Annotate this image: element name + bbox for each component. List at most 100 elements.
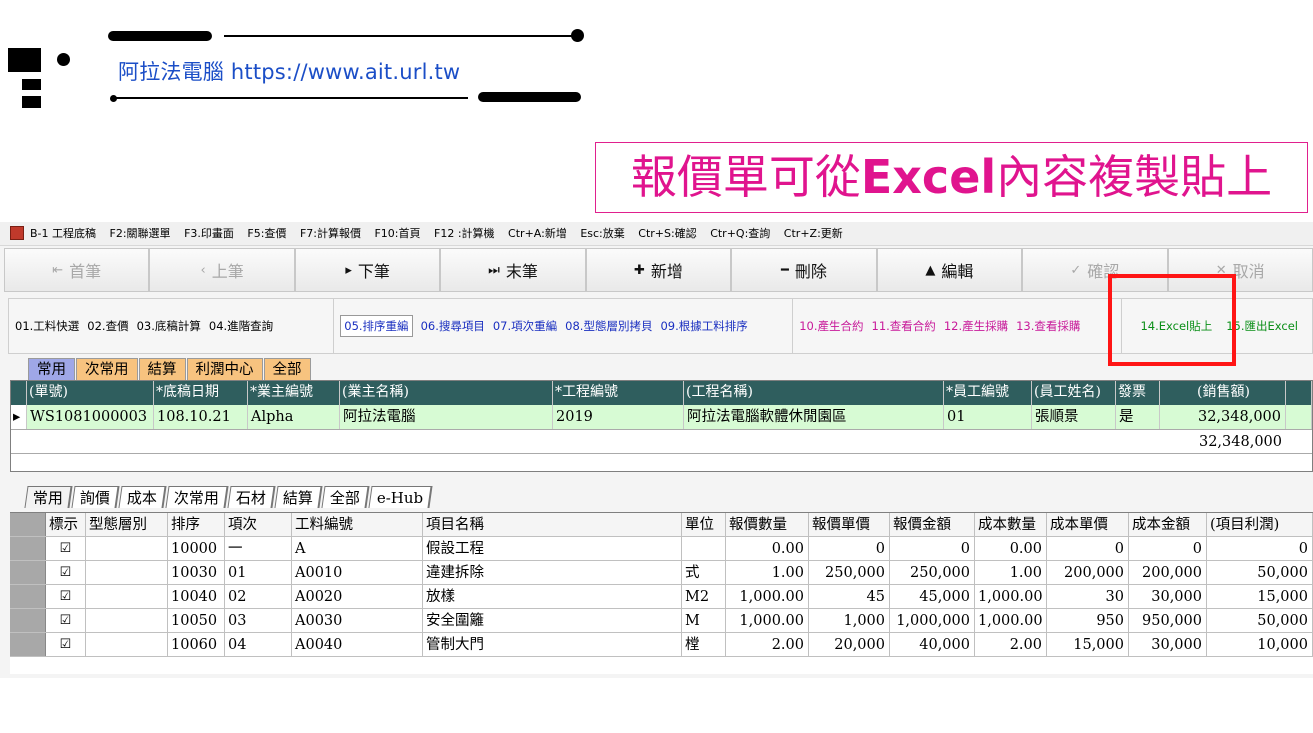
cell-cost-qty[interactable]: 0.00: [975, 537, 1047, 560]
lower-tab-secondary[interactable]: 次常用: [165, 486, 229, 508]
func-price-lookup[interactable]: 02.查價: [87, 318, 128, 334]
cell-owner-name[interactable]: 阿拉法電腦: [340, 405, 553, 429]
cell-cost-amount[interactable]: 30,000: [1129, 585, 1207, 608]
col-sales[interactable]: (銷售額): [1160, 381, 1286, 405]
col-material-code[interactable]: 工料編號: [292, 513, 423, 536]
col-quote-qty[interactable]: 報價數量: [726, 513, 809, 536]
lower-tab-stone[interactable]: 石材: [227, 486, 276, 508]
cell-quote-price[interactable]: 250,000: [809, 561, 890, 584]
table-row[interactable]: ☑ 10040 02 A0020 放樣 M2 1,000.00 45 45,00…: [10, 585, 1313, 609]
func-draft-calc[interactable]: 03.底稿計算: [137, 318, 201, 334]
cell-cost-price[interactable]: 0: [1047, 537, 1129, 560]
col-type-level[interactable]: 型態層別: [86, 513, 168, 536]
cell-item-profit[interactable]: 10,000: [1207, 633, 1313, 656]
cell-type-level[interactable]: [86, 633, 168, 656]
func-renumber[interactable]: 07.項次重編: [493, 318, 557, 334]
cell-quote-price[interactable]: 0: [809, 537, 890, 560]
cell-item-name[interactable]: 安全圍籬: [423, 609, 682, 632]
col-mark[interactable]: 標示: [46, 513, 86, 536]
func-type-copy[interactable]: 08.型態層別拷貝: [565, 318, 652, 334]
cell-quote-price[interactable]: 20,000: [809, 633, 890, 656]
upper-tab-secondary[interactable]: 次常用: [76, 358, 138, 380]
lower-tab-all[interactable]: 全部: [321, 486, 370, 508]
cell-order-no[interactable]: WS1081000003: [27, 405, 154, 429]
cell-quote-price[interactable]: 1,000: [809, 609, 890, 632]
func-search-item[interactable]: 06.搜尋項目: [421, 318, 485, 334]
col-invoice[interactable]: 發票: [1116, 381, 1160, 405]
lower-tab-common[interactable]: 常用: [24, 486, 73, 508]
cell-item-profit[interactable]: 50,000: [1207, 561, 1313, 584]
cell-type-level[interactable]: [86, 609, 168, 632]
cell-quote-price[interactable]: 45: [809, 585, 890, 608]
upper-tab-all[interactable]: 全部: [263, 358, 311, 380]
upper-tab-common[interactable]: 常用: [28, 358, 75, 380]
lower-tab-ehub[interactable]: e-Hub: [368, 486, 433, 508]
cell-sort[interactable]: 10030: [168, 561, 225, 584]
col-cost-amount[interactable]: 成本金額: [1129, 513, 1207, 536]
cell-item-no[interactable]: 一: [225, 537, 292, 560]
cell-material-code[interactable]: A0040: [292, 633, 423, 656]
cell-item-name[interactable]: 違建拆除: [423, 561, 682, 584]
cell-cost-price[interactable]: 30: [1047, 585, 1129, 608]
func-resort[interactable]: 05.排序重編: [340, 315, 413, 337]
cell-quote-amount[interactable]: 250,000: [890, 561, 975, 584]
table-row[interactable]: ☑ 10000 一 A 假設工程 0.00 0 0 0.00 0 0 0: [10, 537, 1313, 561]
upper-tab-settlement[interactable]: 結算: [138, 358, 186, 380]
cell-unit[interactable]: M2: [682, 585, 726, 608]
prev-record-button[interactable]: ‹ 上筆: [149, 248, 295, 292]
cell-item-name[interactable]: 放樣: [423, 585, 682, 608]
cell-material-code[interactable]: A0030: [292, 609, 423, 632]
col-sort[interactable]: 排序: [168, 513, 225, 536]
col-cost-qty[interactable]: 成本數量: [975, 513, 1047, 536]
cell-sort[interactable]: 10000: [168, 537, 225, 560]
row-checkbox[interactable]: ☑: [46, 633, 86, 656]
table-row[interactable]: ☑ 10060 04 A0040 管制大門 樘 2.00 20,000 40,0…: [10, 633, 1313, 657]
cell-item-profit[interactable]: 15,000: [1207, 585, 1313, 608]
cell-unit[interactable]: [682, 537, 726, 560]
col-order-no[interactable]: (單號): [27, 381, 154, 405]
cell-unit[interactable]: 樘: [682, 633, 726, 656]
func-create-contract[interactable]: 10.產生合約: [799, 318, 863, 334]
cell-sort[interactable]: 10050: [168, 609, 225, 632]
cell-quote-amount[interactable]: 40,000: [890, 633, 975, 656]
cell-cost-amount[interactable]: 0: [1129, 537, 1207, 560]
delete-button[interactable]: ━ 刪除: [731, 248, 877, 292]
cell-quote-qty[interactable]: 1,000.00: [726, 609, 809, 632]
col-owner-id[interactable]: *業主編號: [248, 381, 340, 405]
col-cost-price[interactable]: 成本單價: [1047, 513, 1129, 536]
col-employee-id[interactable]: *員工編號: [944, 381, 1032, 405]
col-quote-amount[interactable]: 報價金額: [890, 513, 975, 536]
func-sort-by-material[interactable]: 09.根據工料排序: [660, 318, 747, 334]
cell-item-name[interactable]: 假設工程: [423, 537, 682, 560]
cell-project-id[interactable]: 2019: [553, 405, 684, 429]
cell-employee-id[interactable]: 01: [944, 405, 1032, 429]
col-project-id[interactable]: *工程編號: [553, 381, 684, 405]
cell-cost-qty[interactable]: 2.00: [975, 633, 1047, 656]
func-export-excel[interactable]: 15.匯出Excel: [1226, 318, 1298, 334]
cell-item-no[interactable]: 04: [225, 633, 292, 656]
cell-draft-date[interactable]: 108.10.21: [154, 405, 248, 429]
cell-sort[interactable]: 10060: [168, 633, 225, 656]
upper-tab-profit-center[interactable]: 利潤中心: [186, 358, 263, 380]
cell-sales[interactable]: 32,348,000: [1160, 405, 1286, 429]
table-row[interactable]: ☑ 10050 03 A0030 安全圍籬 M 1,000.00 1,000 1…: [10, 609, 1313, 633]
edit-button[interactable]: ▲ 編輯: [876, 248, 1023, 292]
row-selector[interactable]: [10, 561, 46, 584]
cell-material-code[interactable]: A: [292, 537, 423, 560]
lower-tab-cost[interactable]: 成本: [118, 486, 167, 508]
func-material-quick[interactable]: 01.工料快選: [15, 318, 79, 334]
cell-owner-id[interactable]: Alpha: [248, 405, 340, 429]
col-item-name[interactable]: 項目名稱: [423, 513, 682, 536]
cell-quote-amount[interactable]: 1,000,000: [890, 609, 975, 632]
cell-cost-amount[interactable]: 950,000: [1129, 609, 1207, 632]
row-selector[interactable]: [10, 633, 46, 656]
table-row[interactable]: ☑ 10030 01 A0010 違建拆除 式 1.00 250,000 250…: [10, 561, 1313, 585]
cell-project-name[interactable]: 阿拉法電腦軟體休閒園區: [684, 405, 944, 429]
last-record-button[interactable]: ⏭ 末筆: [440, 248, 586, 292]
cell-cost-qty[interactable]: 1,000.00: [975, 609, 1047, 632]
cell-quote-qty[interactable]: 0.00: [726, 537, 809, 560]
table-row[interactable]: ▸ WS1081000003 108.10.21 Alpha 阿拉法電腦 201…: [11, 405, 1312, 430]
func-view-contract[interactable]: 11.查看合約: [872, 318, 936, 334]
lower-tab-inquiry[interactable]: 詢價: [71, 486, 120, 508]
cell-employee-name[interactable]: 張順景: [1032, 405, 1116, 429]
